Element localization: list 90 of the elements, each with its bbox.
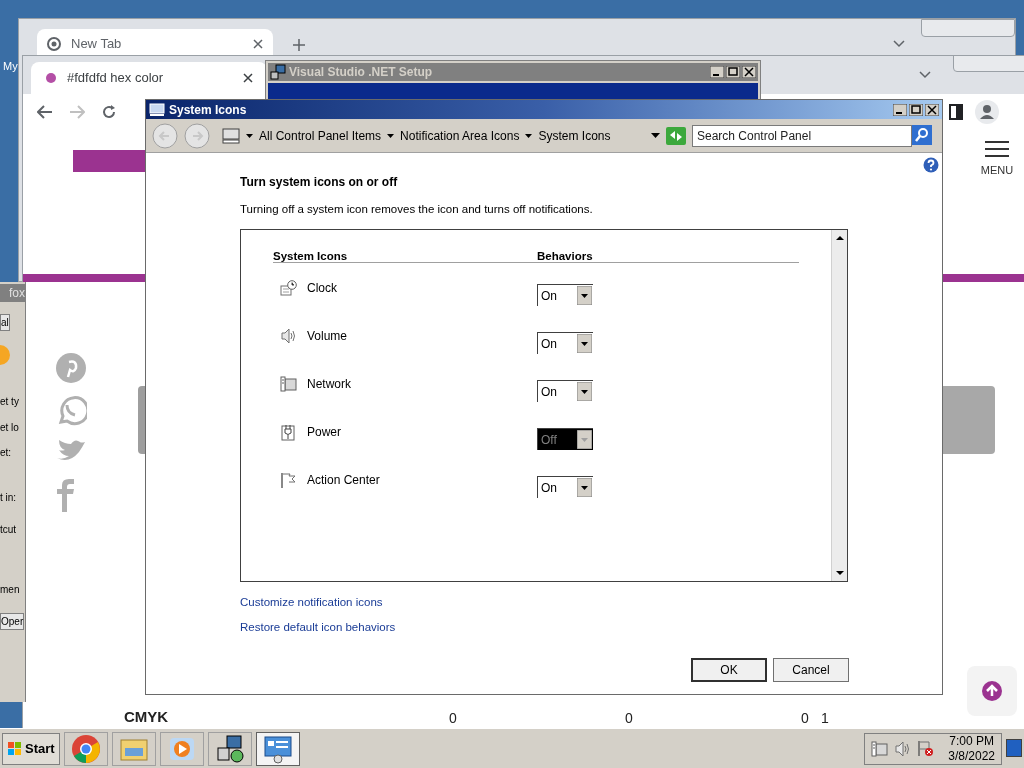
side-panel-icon[interactable]	[949, 104, 963, 120]
caret-icon[interactable]	[246, 133, 253, 138]
favicon-icon	[45, 72, 57, 84]
cancel-button[interactable]: Cancel	[773, 658, 849, 682]
row-label: CMYK	[124, 707, 169, 727]
scroll-top-button[interactable]	[967, 666, 1017, 716]
form-label-fragment: t in:	[0, 491, 17, 505]
control-panel-icon	[222, 127, 240, 144]
speaker-icon[interactable]	[894, 740, 912, 757]
minimize-icon[interactable]	[893, 103, 907, 116]
form-label-fragment: Oper	[0, 613, 25, 630]
control-panel-icon	[149, 102, 165, 117]
start-button[interactable]: Start	[2, 732, 60, 765]
setup-icon	[270, 64, 286, 80]
close-icon[interactable]	[742, 66, 756, 78]
flag-icon[interactable]	[917, 740, 935, 757]
icon-name: Action Center	[307, 472, 380, 489]
desktop-icon-label[interactable]: My	[3, 58, 18, 75]
dropdown-icon[interactable]	[651, 133, 660, 138]
form-label-fragment: et:	[0, 446, 12, 460]
icon-name: Volume	[307, 328, 348, 345]
form-label-fragment: al	[0, 314, 10, 331]
color-swatch	[943, 386, 995, 454]
maximize-icon[interactable]	[909, 103, 923, 116]
table-cell-text: 1	[821, 709, 829, 728]
menu-icon	[985, 140, 1009, 158]
plug-icon	[280, 424, 297, 441]
minimize-icon[interactable]	[710, 66, 724, 78]
form-label-fragment: men	[0, 583, 20, 597]
ok-button[interactable]: OK	[691, 658, 767, 682]
form-label-fragment: tcut	[0, 523, 17, 537]
breadcrumb[interactable]: System Icons	[538, 126, 611, 145]
caret-icon[interactable]	[387, 133, 395, 138]
table-cell-text: 0	[625, 709, 633, 728]
close-icon[interactable]	[243, 73, 253, 83]
arrow-up-icon	[981, 680, 1003, 702]
link[interactable]: Restore default icon behaviors	[240, 619, 396, 637]
dropdown-icon	[577, 286, 592, 305]
reload-icon[interactable]	[101, 104, 117, 120]
network-icon[interactable]	[871, 740, 889, 757]
form-label-fragment: et ty	[0, 395, 19, 409]
search-icon[interactable]	[912, 124, 932, 147]
window-title: Visual Studio .NET Setup	[289, 64, 434, 81]
clock-icon	[280, 280, 297, 296]
window-title: fox	[0, 284, 25, 302]
window-title: System Icons	[169, 101, 248, 119]
control-panel-icon[interactable]	[255, 731, 300, 766]
dropdown-icon	[577, 334, 592, 353]
windows-logo-icon	[7, 740, 23, 757]
back-icon[interactable]	[37, 105, 53, 119]
column-header: Behaviors	[537, 249, 593, 264]
breadcrumb[interactable]: Notification Area Icons	[400, 126, 520, 145]
behavior-dropdown[interactable]: On	[537, 380, 593, 402]
flag-icon	[280, 472, 297, 489]
description: Turning off a system icon removes the icon and turns off notifications.	[240, 202, 593, 217]
heading: Turn system icons on or off	[240, 174, 398, 191]
dropdown-icon	[577, 430, 592, 449]
speaker-icon	[280, 328, 297, 344]
breadcrumb[interactable]: All Control Panel Items	[259, 126, 382, 145]
icon-name: Network	[307, 376, 351, 393]
help-icon[interactable]	[923, 157, 939, 173]
icon-name: Clock	[307, 280, 337, 297]
dropdown-icon	[577, 478, 592, 497]
maximize-icon[interactable]	[726, 66, 740, 78]
behavior-dropdown[interactable]: On	[537, 332, 593, 354]
chrome-icon	[47, 37, 61, 51]
refresh-icon[interactable]	[666, 126, 686, 145]
menu-button[interactable]: MENU	[979, 140, 1015, 179]
search-field[interactable]: Search Control Panel	[692, 124, 912, 147]
link[interactable]: Customize notification icons	[240, 594, 383, 612]
column-header: System Icons	[273, 249, 348, 264]
icon-name: Power	[307, 424, 341, 441]
chrome-icon[interactable]	[63, 731, 108, 766]
avatar-icon[interactable]	[975, 100, 999, 124]
clock[interactable]: 7:00 PM 3/8/2022	[948, 733, 995, 764]
network-icon	[280, 376, 297, 392]
caret-icon[interactable]	[525, 133, 533, 138]
close-icon[interactable]	[253, 39, 263, 49]
browser-tab[interactable]: #fdfdfd hex color	[31, 62, 267, 94]
setup-icon[interactable]	[207, 731, 252, 766]
behavior-dropdown[interactable]: On	[537, 284, 593, 306]
close-icon[interactable]	[925, 103, 939, 116]
new-tab-icon[interactable]	[293, 39, 305, 51]
dropdown-icon	[577, 382, 592, 401]
app-logo-icon	[0, 344, 10, 366]
table-cell-text: 0	[801, 709, 809, 728]
table-cell-text: 0	[449, 709, 457, 728]
form-label-fragment: et lo	[0, 421, 19, 435]
behavior-dropdown[interactable]: On	[537, 476, 593, 498]
scrollbar[interactable]	[831, 230, 847, 581]
